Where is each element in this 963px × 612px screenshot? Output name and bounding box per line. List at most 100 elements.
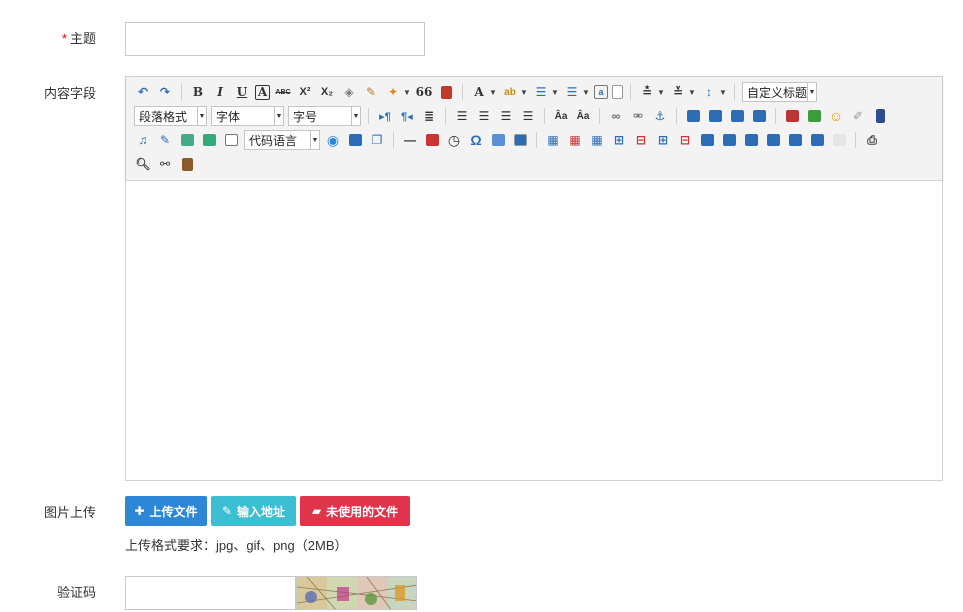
blockquote-button[interactable]: 66 (415, 83, 433, 101)
chevron-down-icon[interactable]: ▼ (807, 83, 816, 101)
word-image-icon[interactable] (511, 131, 529, 149)
unlink-icon[interactable]: ⚮ (629, 107, 647, 125)
code-language-select[interactable]: 代码语言 ▼ (244, 130, 320, 150)
font-family-select[interactable]: 字体 ▼ (211, 106, 284, 126)
image-none-icon[interactable] (684, 107, 702, 125)
map-icon[interactable] (178, 131, 196, 149)
rtl-icon[interactable]: ¶◂ (398, 107, 416, 125)
charts-icon[interactable] (830, 131, 848, 149)
merge-right-icon[interactable] (720, 131, 738, 149)
google-map-icon[interactable] (200, 131, 218, 149)
chevron-down-icon[interactable]: ▼ (520, 83, 528, 101)
captcha-image[interactable] (296, 576, 417, 610)
page-break-icon[interactable] (346, 131, 364, 149)
delete-table-icon[interactable]: ▦ (566, 131, 584, 149)
editor-content-area[interactable] (126, 181, 942, 480)
template-icon[interactable]: ❐ (368, 131, 386, 149)
redo-icon[interactable]: ↷ (156, 83, 174, 101)
captcha-input[interactable] (125, 576, 296, 610)
eraser-icon[interactable]: ◈ (340, 83, 358, 101)
strikethrough-button[interactable]: ABC (274, 83, 292, 101)
link-icon[interactable]: ∞ (607, 107, 625, 125)
font-border-button[interactable]: A (255, 84, 270, 100)
insert-table-icon[interactable]: ▦ (544, 131, 562, 149)
chevron-down-icon[interactable]: ▼ (551, 83, 559, 101)
format-brush-icon[interactable]: ✎ (362, 83, 380, 101)
input-url-button[interactable]: ✎ 输入地址 (211, 496, 296, 526)
image-center-icon[interactable] (750, 107, 768, 125)
subject-input[interactable] (125, 22, 425, 56)
chevron-down-icon[interactable]: ▼ (351, 107, 360, 125)
attachment-icon[interactable]: ✎ (156, 131, 174, 149)
upload-file-button[interactable]: ✚ 上传文件 (125, 496, 207, 526)
indent-icon[interactable]: ≣ (420, 107, 438, 125)
subscript-button[interactable]: X₂ (318, 83, 336, 101)
align-justify-icon[interactable]: ☰ (519, 107, 537, 125)
chevron-down-icon[interactable]: ▼ (582, 83, 590, 101)
insert-frame-icon[interactable] (222, 131, 240, 149)
chevron-down-icon[interactable]: ▼ (403, 83, 411, 101)
image-left-icon[interactable] (706, 107, 724, 125)
insert-paragraph-before-table-icon[interactable]: ▦ (588, 131, 606, 149)
custom-heading-select[interactable]: 自定义标题 ▼ (742, 82, 817, 102)
superscript-button[interactable]: X² (296, 83, 314, 101)
chevron-down-icon[interactable]: ▼ (657, 83, 665, 101)
font-color-button[interactable]: A (470, 83, 488, 101)
unused-files-button[interactable]: ▰ 未使用的文件 (300, 496, 410, 526)
anchor-icon[interactable]: ⚓ (651, 107, 669, 125)
lowercase-icon[interactable]: Âa (574, 107, 592, 125)
underline-button[interactable]: U (233, 83, 251, 101)
search-replace-icon[interactable] (489, 131, 507, 149)
delete-col-icon[interactable]: ⊟ (676, 131, 694, 149)
auto-format-icon[interactable]: ✦ (384, 83, 402, 101)
delete-row-icon[interactable]: ⊟ (632, 131, 650, 149)
select-all-icon[interactable]: a (594, 85, 608, 99)
preview-icon[interactable]: 🔍︎ (134, 155, 152, 173)
split-cols-icon[interactable] (808, 131, 826, 149)
simple-upload-icon[interactable] (783, 107, 801, 125)
chevron-down-icon[interactable]: ▼ (688, 83, 696, 101)
insert-image-icon[interactable] (805, 107, 823, 125)
print-icon[interactable]: ⎙ (863, 131, 881, 149)
split-rows-icon[interactable] (786, 131, 804, 149)
uppercase-icon[interactable]: Âa (552, 107, 570, 125)
special-char-button[interactable]: Ω (467, 131, 485, 149)
row-spacing-top-icon[interactable]: ≛ (638, 83, 656, 101)
music-icon[interactable]: ♫ (134, 131, 152, 149)
merge-cells-icon[interactable] (698, 131, 716, 149)
row-spacing-bottom-icon[interactable]: ≚ (669, 83, 687, 101)
unordered-list-icon[interactable]: ☰ (563, 83, 581, 101)
font-size-select[interactable]: 字号 ▼ (288, 106, 361, 126)
chevron-down-icon[interactable]: ▼ (719, 83, 727, 101)
image-right-icon[interactable] (728, 107, 746, 125)
time-icon[interactable]: ◷ (445, 131, 463, 149)
align-center-icon[interactable]: ☰ (475, 107, 493, 125)
chevron-down-icon[interactable]: ▼ (489, 83, 497, 101)
chevron-down-icon[interactable]: ▼ (197, 107, 206, 125)
paragraph-format-select[interactable]: 段落格式 ▼ (134, 106, 207, 126)
background-color-icon[interactable]: ab (501, 83, 519, 101)
ordered-list-icon[interactable]: ☰ (532, 83, 550, 101)
insert-row-icon[interactable]: ⊞ (610, 131, 628, 149)
chevron-down-icon[interactable]: ▼ (274, 107, 283, 125)
align-left-icon[interactable]: ☰ (453, 107, 471, 125)
emotion-icon[interactable]: ☺ (827, 107, 845, 125)
date-icon[interactable] (423, 131, 441, 149)
horizontal-rule-icon[interactable]: — (401, 131, 419, 149)
merge-down-icon[interactable] (742, 131, 760, 149)
drafts-icon[interactable] (178, 155, 196, 173)
paste-plain-icon[interactable] (437, 83, 455, 101)
chevron-down-icon[interactable]: ▼ (310, 131, 319, 149)
split-cells-icon[interactable] (764, 131, 782, 149)
insert-video-icon[interactable] (871, 107, 889, 125)
webapp-icon[interactable]: ◉ (324, 131, 342, 149)
align-right-icon[interactable]: ☰ (497, 107, 515, 125)
ltr-icon[interactable]: ▸¶ (376, 107, 394, 125)
line-height-icon[interactable]: ↕ (700, 83, 718, 101)
italic-button[interactable]: I (211, 83, 229, 101)
scrawl-icon[interactable]: ✐ (849, 107, 867, 125)
undo-icon[interactable]: ↶ (134, 83, 152, 101)
insert-col-icon[interactable]: ⊞ (654, 131, 672, 149)
bold-button[interactable]: B (189, 83, 207, 101)
clear-doc-icon[interactable] (612, 85, 623, 99)
